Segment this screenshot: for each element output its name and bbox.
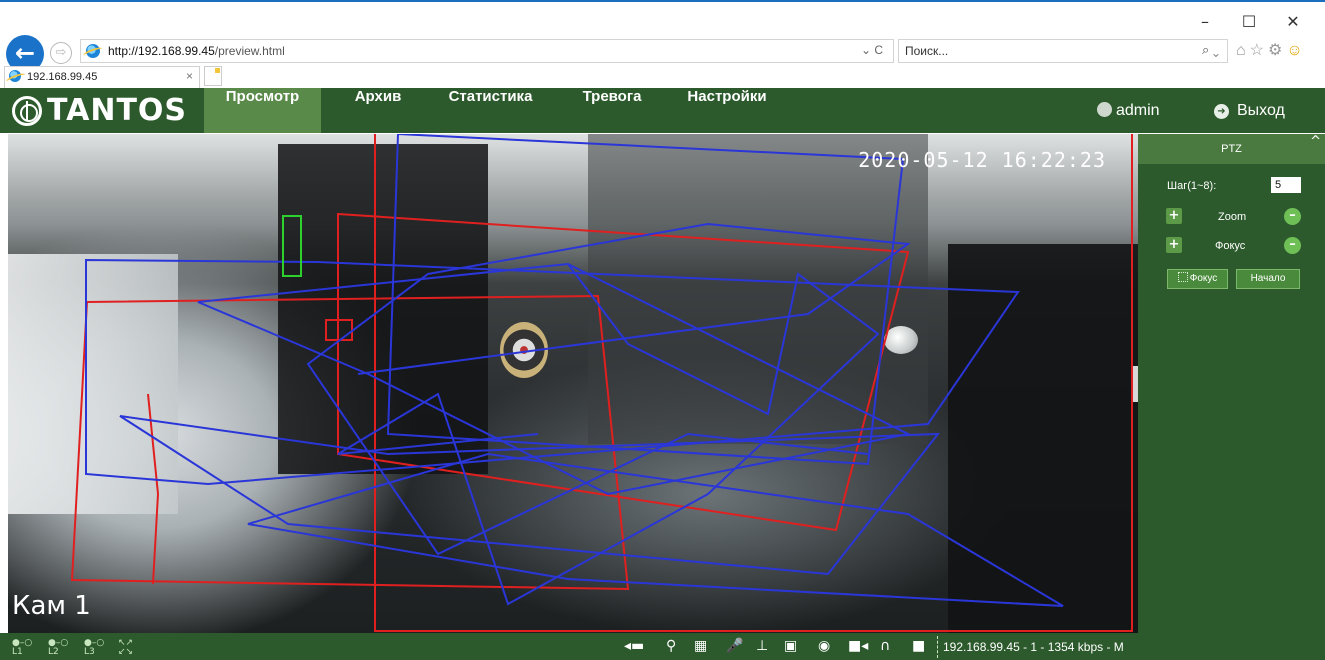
stream-switch-icon[interactable]: ◂▬	[624, 638, 644, 654]
layout-l2-label: L2	[48, 647, 59, 657]
url-path: /preview.html	[214, 44, 285, 58]
blue-zone-5	[247, 452, 1064, 607]
nav-tab-preview[interactable]: Просмотр	[204, 88, 321, 133]
layout-l1-icon[interactable]: ●–○ L1	[12, 639, 32, 657]
address-bar[interactable]: http://192.168.99.45/preview.html ⌄ C	[80, 39, 894, 63]
ie-icon	[86, 44, 100, 58]
search-placeholder: Поиск...	[905, 44, 949, 58]
snapshot-icon[interactable]: ◉	[818, 638, 830, 654]
ptz-title: PTZ	[1221, 143, 1242, 155]
autofocus-button[interactable]: Фокус	[1167, 269, 1228, 289]
home-position-button[interactable]: Начало	[1236, 269, 1300, 289]
motion-overlay	[70, 134, 1133, 632]
window-controls: – ☐ ✕	[1183, 12, 1315, 31]
red-zone-2	[337, 212, 910, 532]
tab-title: 192.168.99.45	[27, 71, 98, 83]
zoom-label: Zoom	[1218, 211, 1247, 223]
focus-label: Фокус	[1215, 240, 1246, 252]
zoom-area-icon[interactable]: ▣	[784, 638, 797, 654]
logout-button[interactable]: ➜ Выход	[1214, 88, 1285, 133]
home-icon[interactable]: ⌂	[1236, 42, 1250, 59]
nav-tab-archive[interactable]: Архив	[338, 88, 418, 133]
ptz-header[interactable]: PTZ ^	[1138, 134, 1325, 164]
logo-text: TANTOS	[47, 93, 188, 128]
layout-l3-label: L3	[84, 647, 95, 657]
collapse-caret-icon[interactable]: ^	[1310, 134, 1321, 149]
new-tab-button[interactable]	[204, 66, 222, 86]
zoom-in-button[interactable]: +	[1166, 208, 1182, 224]
red-zone-1	[374, 134, 1133, 632]
step-label: Шаг(1~8):	[1167, 180, 1217, 192]
focus-far-button[interactable]: –	[1284, 237, 1301, 254]
forward-button[interactable]: ⇨	[50, 42, 72, 64]
logo-mark-icon	[12, 95, 42, 126]
red-zones	[70, 134, 1133, 632]
logout-icon: ➜	[1214, 104, 1229, 119]
url-text[interactable]: http://192.168.99.45/preview.html	[108, 44, 285, 58]
layout-l1-label: L1	[12, 647, 23, 657]
star-icon[interactable]: ☆	[1250, 42, 1268, 59]
search-icon[interactable]: ⌕ ⌄	[1202, 42, 1219, 58]
focus-near-button[interactable]: +	[1166, 237, 1182, 253]
ptz-panel: PTZ ^ Шаг(1~8): + Zoom – + Фокус – Фокус…	[1138, 134, 1325, 660]
zoom-out-button[interactable]: –	[1284, 208, 1301, 225]
blue-zone-1	[386, 134, 905, 466]
browser-toolbar-icons: ⌂☆⚙☺	[1236, 40, 1307, 60]
blue-zones	[85, 134, 1064, 607]
logout-label: Выход	[1237, 102, 1285, 119]
ptz-locate-icon[interactable]: ⚲	[666, 638, 676, 654]
user-icon	[1097, 102, 1112, 117]
smiley-icon[interactable]: ☺	[1286, 42, 1306, 59]
minimize-button[interactable]: –	[1183, 12, 1227, 31]
green-detection-box	[282, 215, 302, 277]
url-host: http://192.168.99.45	[108, 44, 215, 58]
blue-zone-4	[119, 415, 941, 576]
bottom-toolbar: ●–○ L1 ●–○ L2 ●–○ L3 ↖↗ ↙↘ ◂▬ ⚲ ▦ 🎤 ⊥ ▣ ◉ ■◂…	[0, 633, 1138, 660]
fullscreen-icon[interactable]: ↖↗ ↙↘	[118, 639, 133, 657]
ptz-step-row: Шаг(1~8):	[1138, 177, 1325, 199]
layout-l2-icon[interactable]: ●–○ L2	[48, 639, 68, 657]
tab-ie-icon	[9, 70, 21, 82]
maximize-button[interactable]: ☐	[1227, 12, 1271, 31]
close-window-button[interactable]: ✕	[1271, 12, 1315, 31]
refresh-icon[interactable]: ⌄ C	[861, 43, 883, 57]
fullscreen-bottom: ↙↘	[118, 647, 134, 657]
autofocus-label: Фокус	[1189, 273, 1218, 284]
headphones-icon[interactable]: ∩	[880, 638, 890, 654]
app-header: TANTOS Просмотр Архив Статистика Тревога…	[0, 88, 1325, 133]
browser-tab[interactable]: 192.168.99.45 ×	[4, 66, 200, 88]
red-zone-5	[147, 393, 160, 585]
toolbar-divider	[937, 636, 938, 658]
tab-close-icon[interactable]: ×	[186, 69, 193, 83]
focus-grid-icon	[1177, 272, 1188, 282]
camera-name-label: Кам 1	[12, 591, 91, 621]
camera-video[interactable]: 2020-05-12 16:22:23 Кам 1	[8, 134, 1138, 633]
browser-chrome: – ☐ ✕ ← ⇨ http://192.168.99.45/preview.htm…	[0, 0, 1325, 88]
tantos-logo: TANTOS	[12, 92, 187, 129]
stop-icon[interactable]: ■	[912, 638, 925, 654]
video-timestamp: 2020-05-12 16:22:23	[858, 148, 1106, 172]
microphone-icon[interactable]: 🎤	[726, 638, 743, 654]
nav-tab-settings[interactable]: Настройки	[672, 88, 782, 133]
nav-tab-alarm[interactable]: Тревога	[566, 88, 658, 133]
ptz-zoom-row: + Zoom –	[1138, 208, 1325, 230]
search-box[interactable]: Поиск... ⌕ ⌄	[898, 39, 1228, 63]
network-icon[interactable]: ⊥	[756, 638, 768, 654]
step-input[interactable]	[1271, 177, 1301, 193]
stream-status: 192.168.99.45 - 1 - 1354 kbps - M	[943, 640, 1124, 654]
record-icon[interactable]: ■◂	[848, 638, 868, 654]
nav-tab-statistics[interactable]: Статистика	[433, 88, 548, 133]
layout-l3-icon[interactable]: ●–○ L3	[84, 639, 104, 657]
user-name: admin	[1116, 102, 1160, 119]
ptz-focus-row: + Фокус –	[1138, 237, 1325, 259]
gear-icon[interactable]: ⚙	[1268, 42, 1286, 59]
user-menu[interactable]: admin	[1097, 88, 1160, 133]
grid-view-icon[interactable]: ▦	[694, 638, 707, 654]
